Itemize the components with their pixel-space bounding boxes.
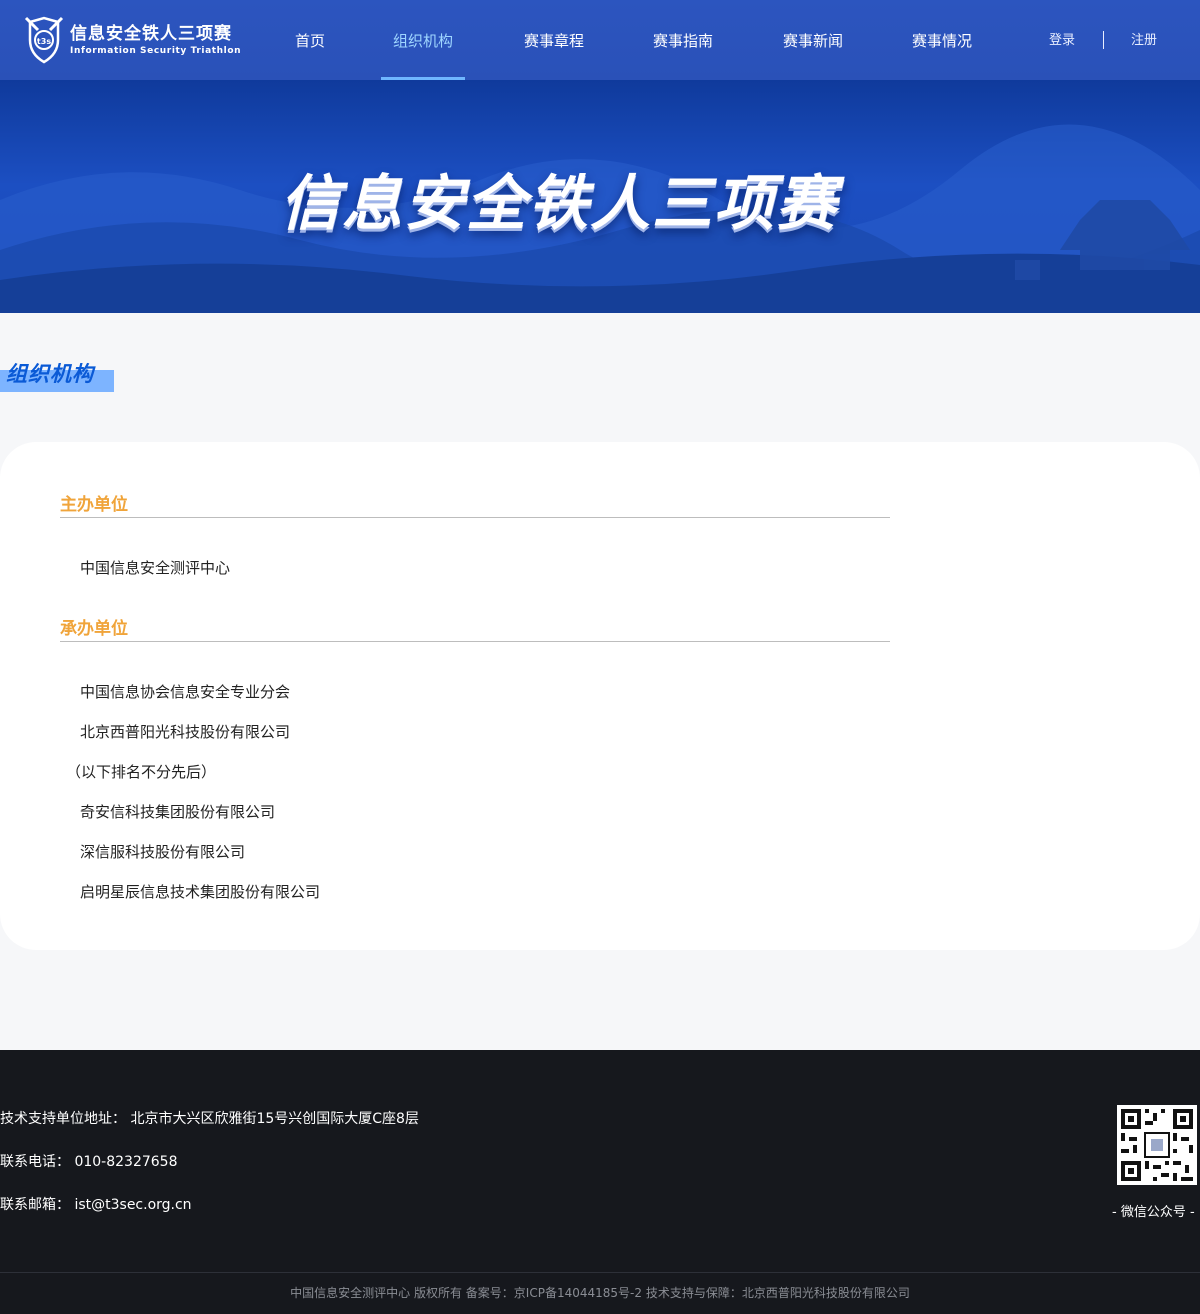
list-item: 深信服科技股份有限公司 [80,843,246,861]
qr-code-icon [1117,1105,1197,1185]
ordering-note: （以下排名不分先后） [66,763,217,781]
top-navigation-bar: t3s 信息安全铁人三项赛 Information Security Triat… [0,0,1200,80]
hero-banner: 信息安全铁人三项赛 [0,80,1200,313]
nav-item-guide[interactable]: 赛事指南 [641,0,725,80]
list-item: 中国信息安全测评中心 [80,559,231,577]
banner-title: 信息安全铁人三项赛 [280,169,838,239]
list-item: 中国信息协会信息安全专业分会 [80,683,291,701]
group-heading-undertaker: 承办单位 [60,618,890,642]
auth-divider [1103,31,1104,49]
section-heading: 组织机构 [0,356,120,396]
qr-caption: - 微信公众号 - [1112,1205,1195,1220]
svg-text:t3s: t3s [37,37,51,46]
shield-logo-icon: t3s [24,16,64,64]
site-footer: 技术支持单位地址： 北京市大兴区欣雅街15号兴创国际大厦C座8层 联系电话： 0… [0,1050,1200,1314]
nav-item-organization[interactable]: 组织机构 [381,0,465,80]
nav-item-home[interactable]: 首页 [280,0,340,80]
list-item: 启明星辰信息技术集团股份有限公司 [80,883,321,901]
logo-subtitle: Information Security Triathlon [70,46,242,56]
group-title: 承办单位 [60,619,128,639]
group-heading-organizer: 主办单位 [60,494,890,518]
group-title: 主办单位 [60,495,128,515]
footer-address: 技术支持单位地址： 北京市大兴区欣雅街15号兴创国际大厦C座8层 [0,1111,419,1127]
footer-phone: 联系电话： 010-82327658 [0,1154,178,1170]
list-item: 北京西普阳光科技股份有限公司 [80,723,291,741]
nav-item-news[interactable]: 赛事新闻 [771,0,855,80]
nav-item-rules[interactable]: 赛事章程 [512,0,596,80]
section-title: 组织机构 [6,362,94,386]
list-item: 奇安信科技集团股份有限公司 [80,803,276,821]
site-logo[interactable]: t3s 信息安全铁人三项赛 Information Security Triat… [24,14,244,66]
footer-divider [0,1272,1200,1273]
register-link[interactable]: 注册 [1131,0,1157,80]
logo-title: 信息安全铁人三项赛 [70,24,232,44]
footer-email[interactable]: 联系邮箱： ist@t3sec.org.cn [0,1195,192,1215]
nav-item-status[interactable]: 赛事情况 [900,0,984,80]
login-link[interactable]: 登录 [1049,0,1075,80]
copyright-text: 中国信息安全测评中心 版权所有 备案号：京ICP备14044185号-2 技术支… [290,1286,910,1300]
organization-card: 主办单位 中国信息安全测评中心 承办单位 中国信息协会信息安全专业分会 北京西普… [0,442,1200,950]
